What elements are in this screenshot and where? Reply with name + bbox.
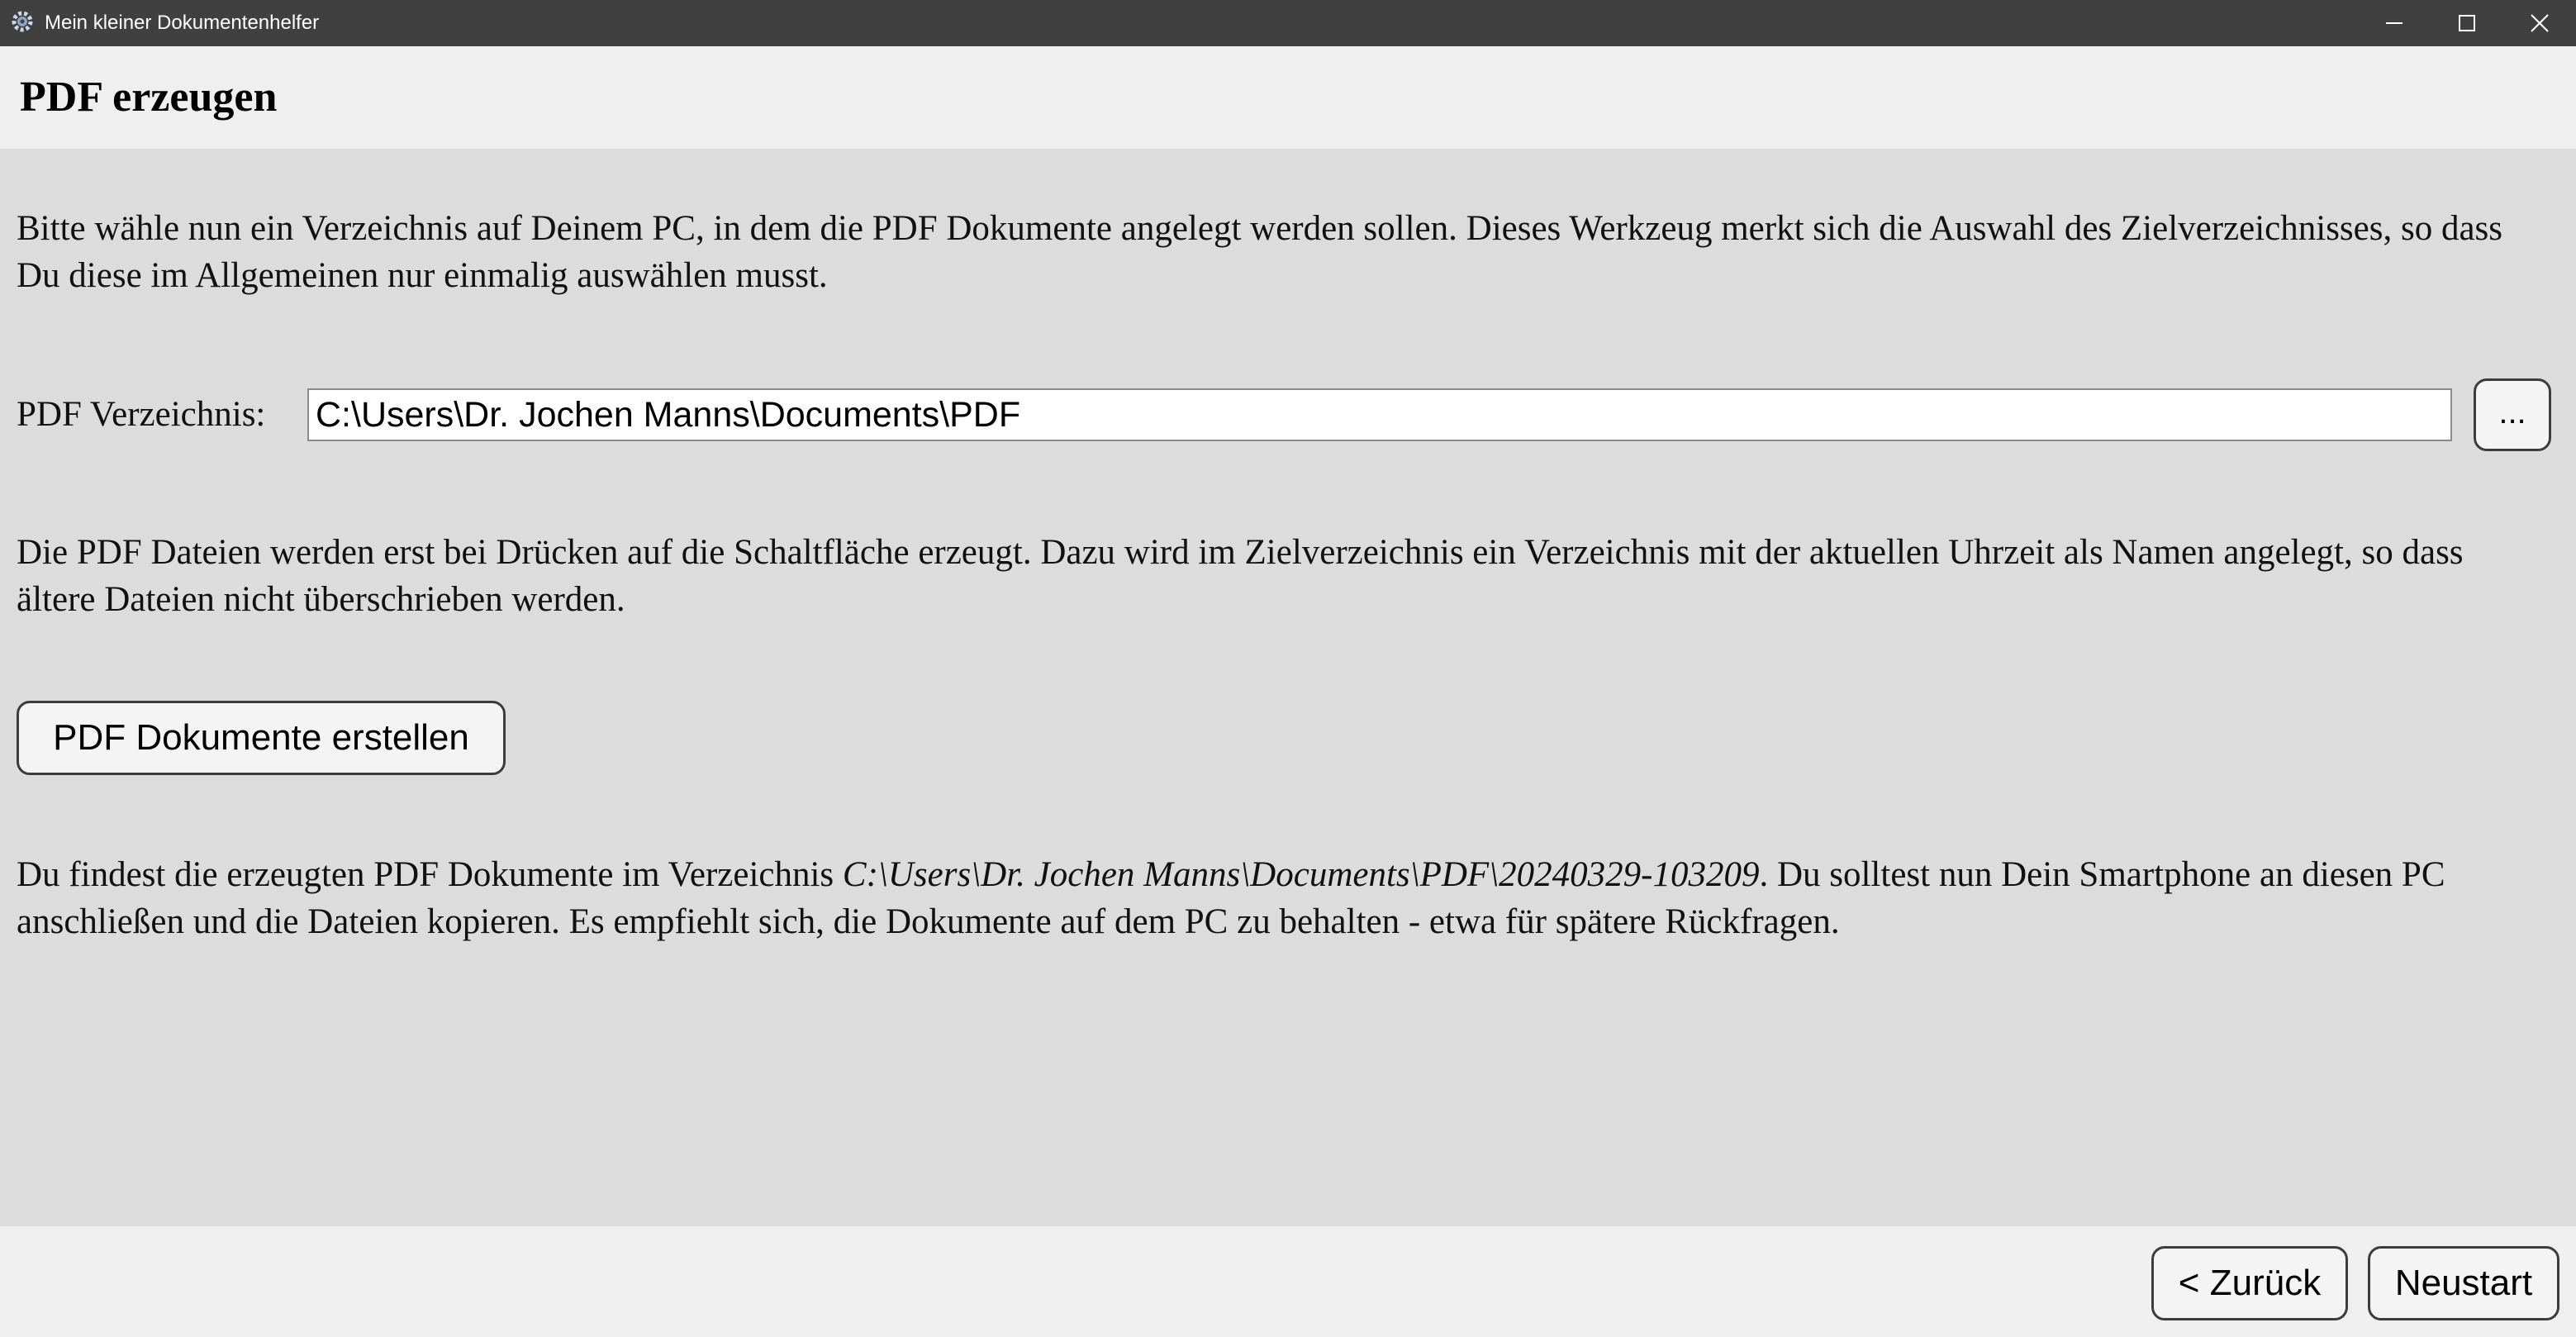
create-pdf-button[interactable]: PDF Dokumente erstellen xyxy=(17,701,506,775)
window-titlebar: Mein kleiner Dokumentenhelfer xyxy=(0,0,2576,46)
result-path: C:\Users\Dr. Jochen Manns\Documents\PDF\… xyxy=(842,855,1760,894)
main-content: Bitte wähle nun ein Verzeichnis auf Dein… xyxy=(0,149,2576,1226)
browse-button[interactable]: ... xyxy=(2474,378,2551,451)
minimize-icon xyxy=(2384,13,2404,33)
restart-button[interactable]: Neustart xyxy=(2368,1246,2559,1320)
result-text: Du findest die erzeugten PDF Dokumente i… xyxy=(17,851,2545,945)
result-prefix: Du findest die erzeugten PDF Dokumente i… xyxy=(17,855,843,894)
intro-text: Bitte wähle nun ein Verzeichnis auf Dein… xyxy=(17,209,2503,295)
maximize-icon xyxy=(2457,13,2477,33)
gear-icon xyxy=(10,9,35,34)
footer-bar: < Zurück Neustart xyxy=(0,1226,2576,1337)
page-title: PDF erzeugen xyxy=(20,74,278,121)
directory-label: PDF Verzeichnis: xyxy=(17,395,266,434)
directory-input[interactable] xyxy=(307,388,2452,441)
close-button[interactable] xyxy=(2503,0,2576,46)
close-icon xyxy=(2530,13,2550,33)
window-title: Mein kleiner Dokumentenhelfer xyxy=(45,12,320,34)
info-text: Die PDF Dateien werden erst bei Drücken … xyxy=(17,533,2464,619)
page-header: PDF erzeugen xyxy=(0,46,2576,149)
maximize-button[interactable] xyxy=(2431,0,2503,46)
minimize-button[interactable] xyxy=(2358,0,2431,46)
back-button[interactable]: < Zurück xyxy=(2151,1246,2348,1320)
